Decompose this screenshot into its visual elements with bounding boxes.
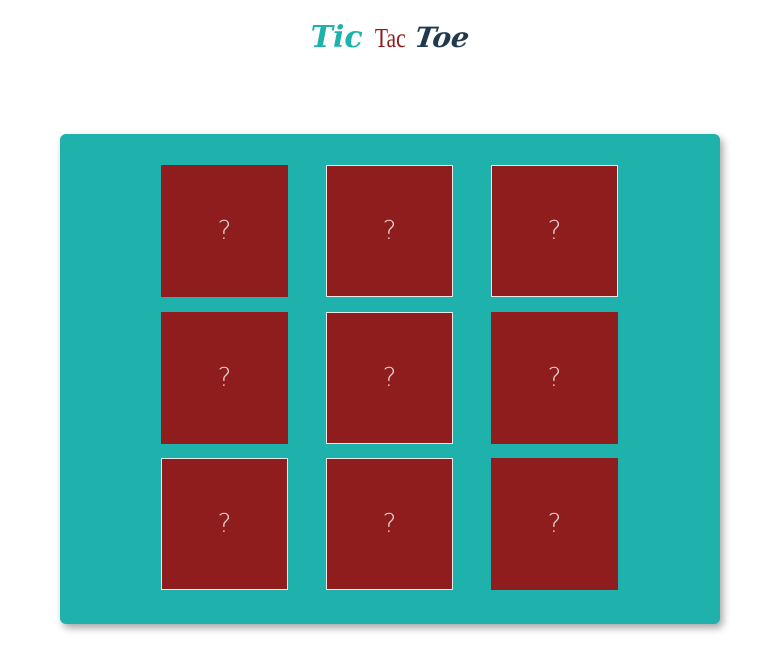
board-cell-9[interactable]: ? xyxy=(491,458,618,590)
board-cell-5[interactable]: ? xyxy=(326,312,453,444)
board-cell-8[interactable]: ? xyxy=(326,458,453,590)
board-cell-3[interactable]: ? xyxy=(491,165,618,297)
board-cell-4[interactable]: ? xyxy=(161,312,288,444)
board-cell-6[interactable]: ? xyxy=(491,312,618,444)
title-tic: Tic xyxy=(310,20,363,55)
board-cell-7[interactable]: ? xyxy=(161,458,288,590)
title-toe: Toe xyxy=(412,21,472,54)
board-cell-2[interactable]: ? xyxy=(326,165,453,297)
game-board: ? ? ? ? ? ? ? ? ? xyxy=(60,134,720,624)
title-tac: Tac xyxy=(374,23,406,53)
page: Tic Tac Toe ? ? ? ? ? ? ? ? ? xyxy=(0,0,780,671)
game-title: Tic Tac Toe xyxy=(0,18,780,58)
board-cell-1[interactable]: ? xyxy=(161,165,288,297)
